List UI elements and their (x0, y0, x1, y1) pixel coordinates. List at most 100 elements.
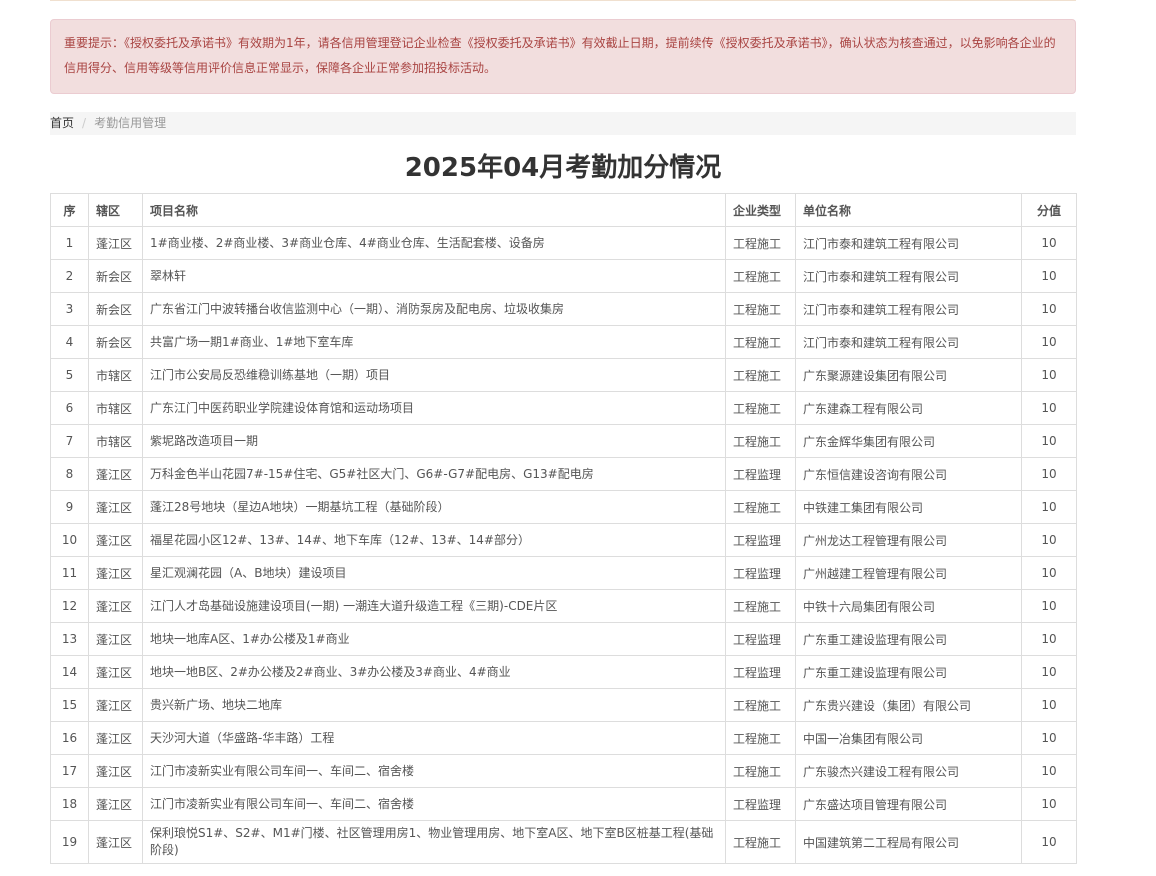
cell-company: 广东盛达项目管理有限公司 (795, 787, 1022, 821)
cell-district: 蓬江区 (88, 556, 143, 590)
table-row: 8 蓬江区 万科金色半山花园7#-15#住宅、G5#社区大门、G6#-G7#配电房、… (50, 457, 1077, 491)
cell-score: 10 (1021, 457, 1077, 491)
cell-company: 广东建森工程有限公司 (795, 391, 1022, 425)
cell-project: 江门市凌新实业有限公司车间一、车间二、宿舍楼 (142, 787, 726, 821)
cell-company: 广州龙达工程管理有限公司 (795, 523, 1022, 557)
cell-company: 广东聚源建设集团有限公司 (795, 358, 1022, 392)
cell-type: 工程施工 (725, 226, 796, 260)
cell-type: 工程监理 (725, 655, 796, 689)
cell-type: 工程施工 (725, 490, 796, 524)
table-row: 11 蓬江区 星汇观澜花园（A、B地块）建设项目 工程监理 广州越建工程管理有限公司 10 (50, 556, 1077, 590)
cell-project: 天沙河大道（华盛路-华丰路）工程 (142, 721, 726, 755)
cell-score: 10 (1021, 622, 1077, 656)
cell-company: 江门市泰和建筑工程有限公司 (795, 226, 1022, 260)
cell-project: 万科金色半山花园7#-15#住宅、G5#社区大门、G6#-G7#配电房、G13#… (142, 457, 726, 491)
cell-index: 15 (50, 688, 89, 722)
cell-company: 中国建筑第二工程局有限公司 (795, 820, 1022, 864)
cell-type: 工程监理 (725, 457, 796, 491)
attendance-score-table-container: 序 辖区 项目名称 企业类型 单位名称 分值 1 蓬江区 1#商业楼、2#商业楼、3… (50, 193, 1077, 864)
cell-type: 工程施工 (725, 292, 796, 326)
cell-district: 市辖区 (88, 424, 143, 458)
breadcrumb: 首页 / 考勤信用管理 (50, 112, 1076, 135)
table-row: 3 新会区 广东省江门中波转播台收信监测中心（一期）、消防泵房及配电房、垃圾收集房工… (50, 292, 1077, 326)
page-title: 2025年04月考勤加分情况 (404, 153, 722, 183)
cell-index: 13 (50, 622, 89, 656)
top-divider (50, 0, 1076, 1)
cell-district: 蓬江区 (88, 622, 143, 656)
header-district: 辖区 (88, 193, 143, 227)
cell-type: 工程监理 (725, 556, 796, 590)
cell-district: 市辖区 (88, 358, 143, 392)
cell-district: 蓬江区 (88, 721, 143, 755)
cell-type: 工程施工 (725, 589, 796, 623)
cell-score: 10 (1021, 754, 1077, 788)
cell-project: 广东江门中医药职业学院建设体育馆和运动场项目 (142, 391, 726, 425)
cell-project: 保利琅悦S1#、S2#、M1#门楼、社区管理用房1、物业管理用房、地下室A区、地… (142, 820, 726, 864)
breadcrumb-home-link[interactable]: 首页 (50, 116, 74, 130)
cell-company: 广东重工建设监理有限公司 (795, 655, 1022, 689)
cell-index: 14 (50, 655, 89, 689)
cell-company: 江门市泰和建筑工程有限公司 (795, 292, 1022, 326)
cell-index: 11 (50, 556, 89, 590)
cell-score: 10 (1021, 358, 1077, 392)
table-row: 17 蓬江区 江门市凌新实业有限公司车间一、车间二、宿舍楼 工程施工 广东骏杰兴建设工程… (50, 754, 1077, 788)
cell-score: 10 (1021, 292, 1077, 326)
cell-district: 蓬江区 (88, 820, 143, 864)
cell-district: 蓬江区 (88, 787, 143, 821)
cell-project: 江门市公安局反恐维稳训练基地（一期）项目 (142, 358, 726, 392)
cell-project: 翠林轩 (142, 259, 726, 293)
cell-score: 10 (1021, 556, 1077, 590)
page: 重要提示：《授权委托及承诺书》有效期为1年，请各信用管理登记企业检查《授权委托及… (0, 0, 1156, 876)
table-row: 14 蓬江区 地块一地B区、2#办公楼及2#商业、3#办公楼及3#商业、4#商业 工程… (50, 655, 1077, 689)
cell-score: 10 (1021, 589, 1077, 623)
cell-index: 10 (50, 523, 89, 557)
cell-type: 工程施工 (725, 721, 796, 755)
attendance-score-table: 序 辖区 项目名称 企业类型 单位名称 分值 1 蓬江区 1#商业楼、2#商业楼、3… (50, 193, 1077, 864)
header-index: 序 (50, 193, 89, 227)
cell-type: 工程施工 (725, 754, 796, 788)
cell-type: 工程施工 (725, 259, 796, 293)
table-body: 1 蓬江区 1#商业楼、2#商业楼、3#商业仓库、4#商业仓库、生活配套楼、设备房工… (50, 226, 1077, 864)
table-row: 18 蓬江区 江门市凌新实业有限公司车间一、车间二、宿舍楼 工程监理 广东盛达项目管理有… (50, 787, 1077, 821)
cell-index: 6 (50, 391, 89, 425)
cell-company: 广东骏杰兴建设工程有限公司 (795, 754, 1022, 788)
cell-score: 10 (1021, 226, 1077, 260)
header-project: 项目名称 (142, 193, 726, 227)
cell-district: 蓬江区 (88, 226, 143, 260)
cell-score: 10 (1021, 688, 1077, 722)
cell-project: 蓬江28号地块（星边A地块）一期基坑工程（基础阶段） (142, 490, 726, 524)
cell-index: 18 (50, 787, 89, 821)
cell-project: 福星花园小区12#、13#、14#、地下车库（12#、13#、14#部分） (142, 523, 726, 557)
cell-index: 4 (50, 325, 89, 359)
cell-district: 蓬江区 (88, 589, 143, 623)
cell-project: 江门人才岛基础设施建设项目(一期) 一潮连大道升级造工程《三期)-CDE片区 (142, 589, 726, 623)
cell-company: 江门市泰和建筑工程有限公司 (795, 259, 1022, 293)
table-row: 19 蓬江区 保利琅悦S1#、S2#、M1#门楼、社区管理用房1、物业管理用房、地下… (50, 820, 1077, 864)
cell-district: 市辖区 (88, 391, 143, 425)
table-row: 10 蓬江区 福星花园小区12#、13#、14#、地下车库（12#、13#、14#部… (50, 523, 1077, 557)
cell-index: 12 (50, 589, 89, 623)
cell-district: 蓬江区 (88, 688, 143, 722)
table-row: 9 蓬江区 蓬江28号地块（星边A地块）一期基坑工程（基础阶段） 工程施工 中铁建工集团… (50, 490, 1077, 524)
table-row: 2 新会区 翠林轩 工程施工 江门市泰和建筑工程有限公司 10 (50, 259, 1077, 293)
cell-project: 广东省江门中波转播台收信监测中心（一期）、消防泵房及配电房、垃圾收集房 (142, 292, 726, 326)
table-row: 13 蓬江区 地块一地库A区、1#办公楼及1#商业 工程监理 广东重工建设监理有限公司 1… (50, 622, 1077, 656)
table-row: 4 新会区 共富广场一期1#商业、1#地下室车库 工程施工 江门市泰和建筑工程有限公司 1… (50, 325, 1077, 359)
cell-type: 工程监理 (725, 523, 796, 557)
table-row: 16 蓬江区 天沙河大道（华盛路-华丰路）工程 工程施工 中国一冶集团有限公司 10 (50, 721, 1077, 755)
cell-company: 中铁建工集团有限公司 (795, 490, 1022, 524)
header-company: 单位名称 (795, 193, 1022, 227)
cell-company: 广东重工建设监理有限公司 (795, 622, 1022, 656)
alert-text: 重要提示：《授权委托及承诺书》有效期为1年，请各信用管理登记企业检查《授权委托及… (64, 36, 1056, 75)
cell-index: 19 (50, 820, 89, 864)
important-notice-alert: 重要提示：《授权委托及承诺书》有效期为1年，请各信用管理登记企业检查《授权委托及… (50, 19, 1076, 94)
cell-district: 蓬江区 (88, 457, 143, 491)
cell-score: 10 (1021, 325, 1077, 359)
cell-company: 广州越建工程管理有限公司 (795, 556, 1022, 590)
cell-index: 7 (50, 424, 89, 458)
cell-index: 16 (50, 721, 89, 755)
cell-district: 新会区 (88, 292, 143, 326)
cell-company: 中国一冶集团有限公司 (795, 721, 1022, 755)
cell-type: 工程施工 (725, 688, 796, 722)
cell-project: 紫坭路改造项目一期 (142, 424, 726, 458)
